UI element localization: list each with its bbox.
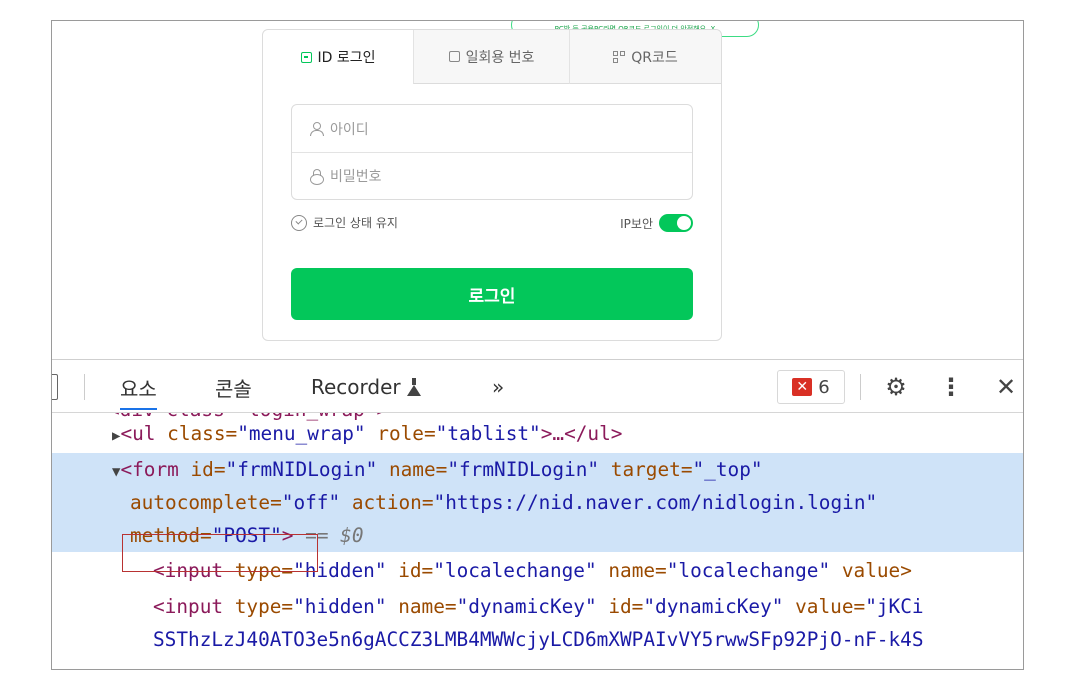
code-line-ul[interactable]: ▶<ul class="menu_wrap" role="tablist">…<… [52, 417, 1023, 450]
login-page: PC방 등 공용PC라면 QR코드 로그인이 더 안전해요. X ID 로그인 … [52, 21, 1023, 359]
screenshot-frame: PC방 등 공용PC라면 QR코드 로그인이 더 안전해요. X ID 로그인 … [51, 20, 1024, 670]
ip-security-toggle[interactable] [659, 214, 693, 232]
one-time-number-icon [448, 51, 460, 62]
qr-code-icon [613, 50, 626, 63]
tab-one-time-number[interactable]: 일회용 번호 [413, 30, 569, 84]
code-line-dynamic-key-value[interactable]: SSThzLzJ40ATO3e5n6gACCZ3LMB4MWWcjyLCD6mX… [52, 623, 1023, 656]
keep-login-label: 로그인 상태 유지 [313, 216, 398, 230]
ip-security-control: IP보안 [620, 214, 693, 232]
password-field[interactable]: 비밀번호 [292, 152, 692, 199]
login-card: ID 로그인 일회용 번호 QR코드 아이디 비밀번호 로그인 상태 유지 IP… [262, 29, 722, 341]
tab-one-time-number-label: 일회용 번호 [465, 49, 535, 66]
tab-console[interactable]: 콘솔 [215, 360, 252, 414]
code-line-form-attrs[interactable]: autocomplete="off" action="https://nid.n… [52, 486, 1023, 519]
close-icon[interactable]: ✕ [988, 360, 1023, 414]
login-fields: 아이디 비밀번호 [291, 104, 693, 200]
more-options-icon[interactable]: ⋮ [936, 360, 966, 414]
devtools-panel: 요소 콘솔 Recorder » ✕ 6 ⚙ ⋮ ✕ <div class="l… [52, 359, 1023, 669]
elements-tree: <div class="login_wrap"> ▶<ul class="men… [52, 413, 1023, 669]
tab-id-login-label: ID 로그인 [317, 50, 376, 66]
tab-qr-code-label: QR코드 [631, 49, 678, 66]
more-tabs-button[interactable]: » [492, 360, 504, 414]
error-icon: ✕ [792, 378, 813, 396]
devtools-toolbar: 요소 콘솔 Recorder » ✕ 6 ⚙ ⋮ ✕ [52, 359, 1023, 414]
tab-recorder[interactable]: Recorder [311, 360, 421, 414]
login-button[interactable]: 로그인 [291, 268, 693, 320]
password-placeholder: 비밀번호 [330, 169, 382, 185]
settings-gear-icon[interactable]: ⚙ [878, 360, 914, 414]
ip-security-label: IP보안 [620, 216, 653, 231]
id-login-icon [300, 51, 312, 63]
tab-id-login[interactable]: ID 로그인 [263, 30, 413, 84]
method-post-highlight-box [122, 534, 318, 572]
check-circle-icon [291, 214, 307, 231]
id-field[interactable]: 아이디 [292, 105, 692, 152]
person-icon [310, 122, 324, 136]
toolbar-divider [860, 374, 861, 400]
tab-qr-code[interactable]: QR코드 [569, 30, 721, 84]
id-placeholder: 아이디 [330, 121, 369, 138]
login-tabs: ID 로그인 일회용 번호 QR코드 [263, 30, 721, 84]
lock-icon [310, 169, 324, 185]
tab-console-label: 콘솔 [215, 376, 252, 401]
keep-login-checkbox[interactable]: 로그인 상태 유지 [291, 214, 398, 231]
more-tabs-label: » [492, 375, 505, 399]
tab-elements[interactable]: 요소 [120, 360, 157, 414]
inspect-element-icon[interactable] [52, 374, 58, 400]
code-line-input-dynamic-key[interactable]: <input type="hidden" name="dynamicKey" i… [52, 590, 1023, 623]
toolbar-divider [84, 374, 85, 400]
tab-recorder-label: Recorder [311, 375, 401, 399]
tab-elements-label: 요소 [120, 376, 157, 401]
experiment-beaker-icon [406, 378, 421, 396]
code-line-form[interactable]: ▼<form id="frmNIDLogin" name="frmNIDLogi… [52, 453, 1023, 486]
error-count: 6 [818, 376, 830, 398]
error-count-badge[interactable]: ✕ 6 [777, 370, 845, 404]
